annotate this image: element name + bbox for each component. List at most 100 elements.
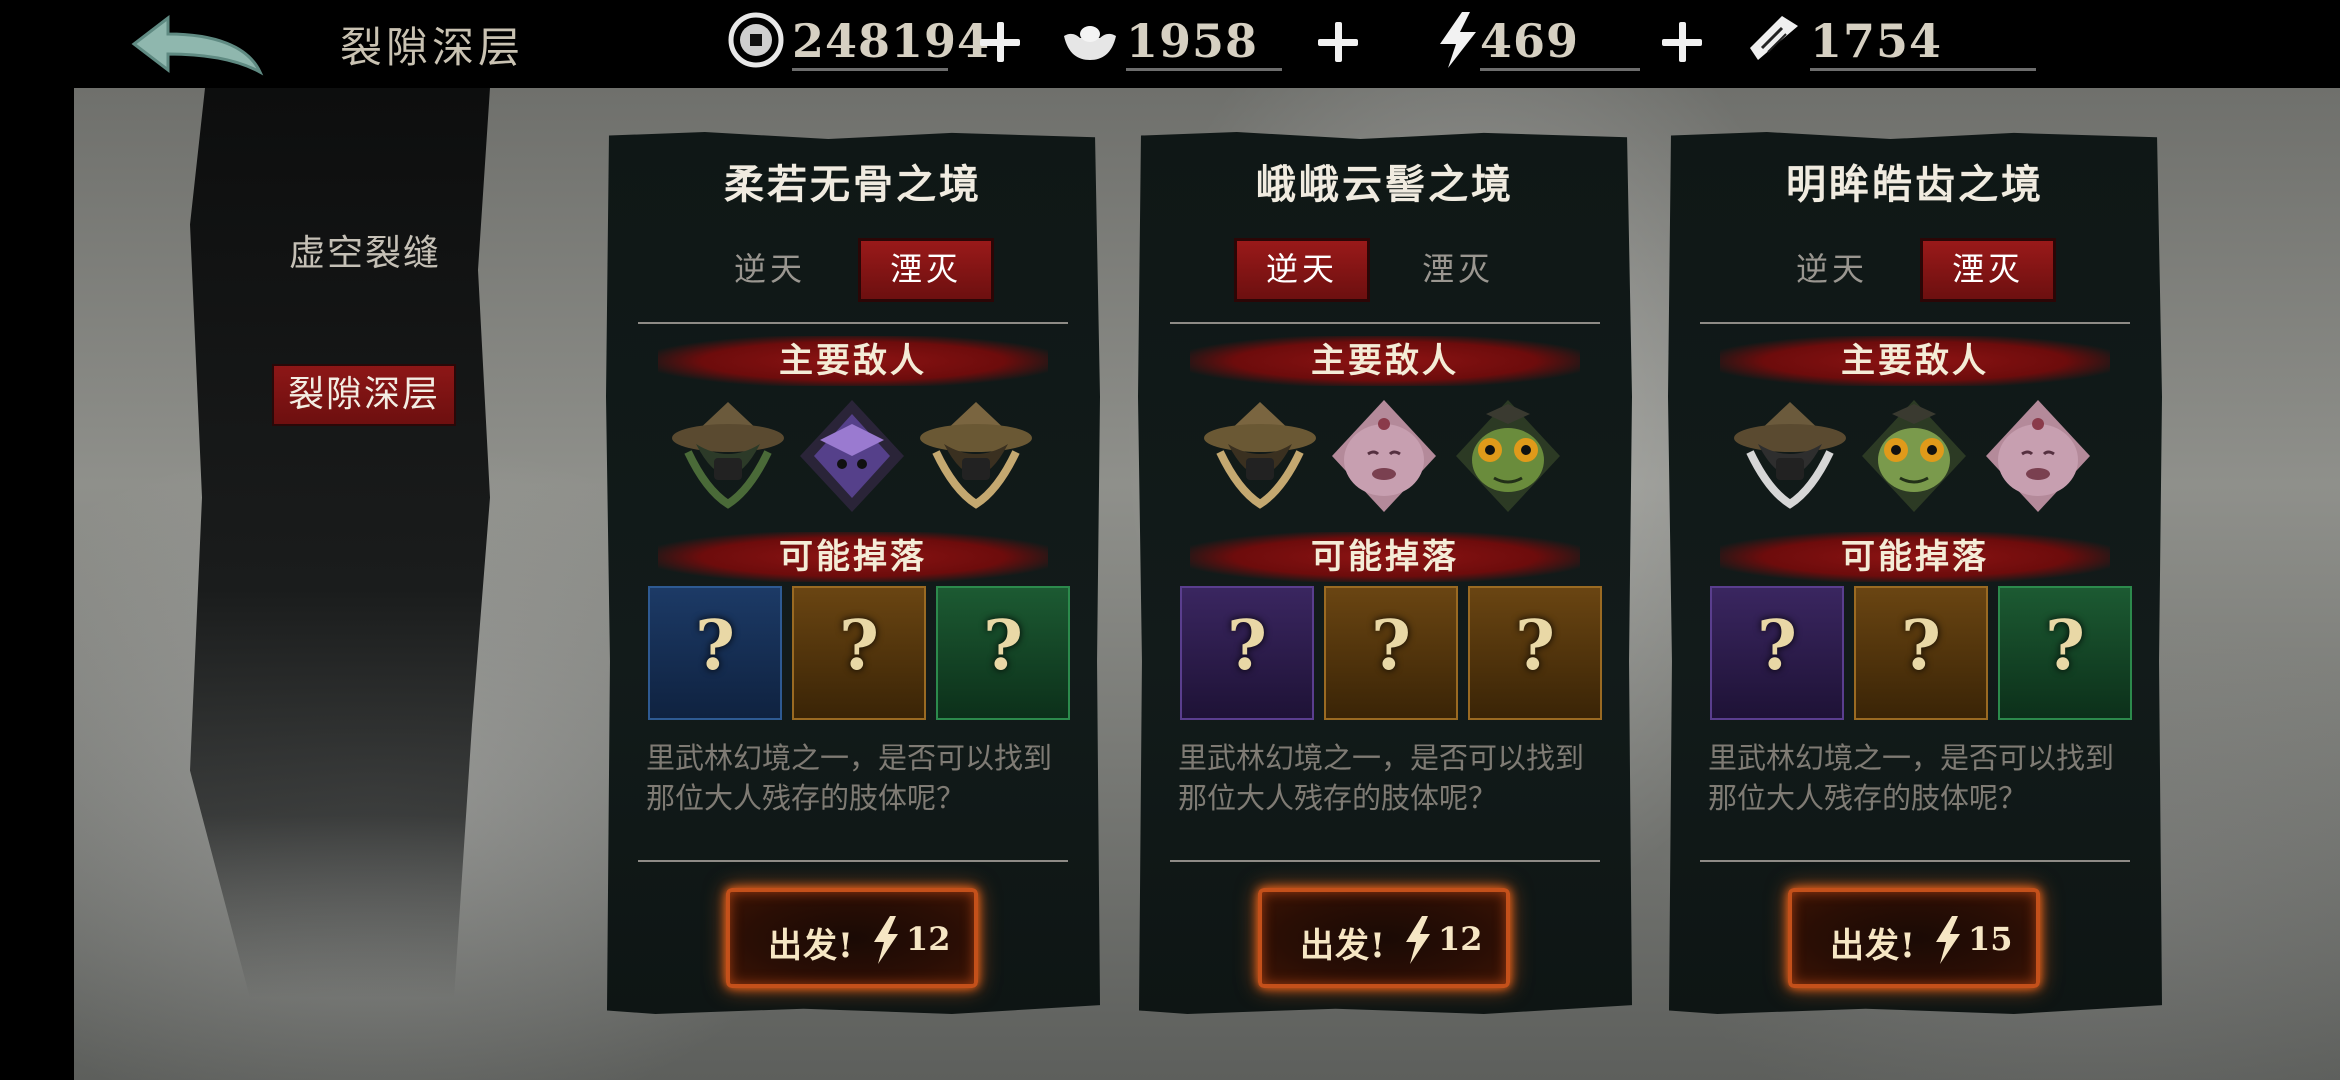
unknown-mark: ? — [2045, 606, 2085, 686]
back-arrow-icon[interactable] — [128, 10, 268, 80]
unknown-mark: ? — [1901, 606, 1941, 686]
divider — [1700, 322, 2130, 324]
silver-underline — [1126, 68, 1282, 71]
dark-crystal-demon-icon — [800, 400, 904, 512]
drop-item-gold[interactable]: ? — [1468, 586, 1602, 720]
ink-banner — [190, 88, 490, 998]
enemies-label: 主要敌人 — [779, 341, 927, 381]
divider — [638, 860, 1068, 862]
card-title: 柔若无骨之境 — [724, 161, 982, 208]
depart-label: 出发! — [768, 926, 854, 966]
drops-label: 可能掉落 — [1841, 537, 1989, 577]
lightning-icon — [1936, 916, 1960, 964]
tickets-value: 1754 — [1810, 14, 1943, 68]
page-title: 裂隙深层 — [340, 23, 525, 72]
unknown-mark: ? — [1515, 606, 1555, 686]
straw-hat-monk-icon — [1204, 402, 1316, 509]
top-bar: 裂隙深层 248194 1958 469 1754 — [0, 0, 2340, 88]
difficulty-tab-yanmie[interactable]: 湮灭 — [858, 238, 994, 302]
drop-item-blue[interactable]: ? — [648, 586, 782, 720]
divider — [1700, 860, 2130, 862]
silver-ingot-icon — [1064, 26, 1116, 60]
lightning-icon — [874, 916, 898, 964]
enemies-label: 主要敌人 — [1311, 341, 1459, 381]
divider — [1170, 322, 1600, 324]
straw-hat-monk-icon — [920, 402, 1032, 509]
resource-tickets: 1754 — [1744, 6, 2044, 74]
depart-button[interactable]: 出发! 12 — [1258, 888, 1510, 988]
drop-item-purple[interactable]: ? — [1710, 586, 1844, 720]
drops-label: 可能掉落 — [779, 537, 927, 577]
enemies-label: 主要敌人 — [1841, 341, 1989, 381]
drops-banner: 可能掉落 — [658, 532, 1048, 582]
drop-item-gold[interactable]: ? — [792, 586, 926, 720]
difficulty-tabs: 逆天 湮灭 — [1668, 238, 2162, 302]
lightning-icon — [1406, 916, 1430, 964]
add-silver-button[interactable] — [1312, 16, 1364, 68]
difficulty-tab-nitian[interactable]: 逆天 — [1234, 238, 1370, 302]
coins-underline — [792, 68, 948, 71]
drop-item-green[interactable]: ? — [1998, 586, 2132, 720]
dungeon-card: 峨峨云髻之境 逆天 湮灭 主要敌人 可能掉落 ? ? ? 里武林幻境之一，是否可… — [1138, 132, 1632, 1014]
coin-icon — [728, 12, 784, 68]
unknown-mark: ? — [1371, 606, 1411, 686]
difficulty-tab-nitian[interactable]: 逆天 — [1764, 238, 1900, 302]
enemies-banner: 主要敌人 — [658, 336, 1048, 386]
resource-energy: 469 — [1428, 6, 1728, 74]
divider — [638, 322, 1068, 324]
coins-value: 248194 — [792, 14, 991, 68]
card-description: 里武林幻境之一，是否可以找到那位大人残存的肢体呢？ — [1708, 741, 2115, 815]
energy-underline — [1480, 68, 1640, 71]
lightning-icon — [1440, 12, 1476, 68]
resource-silver: 1958 — [1060, 6, 1370, 74]
card-title: 峨峨云髻之境 — [1256, 161, 1514, 208]
dungeon-card: 明眸皓齿之境 逆天 湮灭 主要敌人 可能掉落 ? ? ? 里武林幻境之一，是否可… — [1668, 132, 2162, 1014]
add-energy-button[interactable] — [1656, 16, 1708, 68]
unknown-mark: ? — [1227, 606, 1267, 686]
difficulty-tab-yanmie[interactable]: 湮灭 — [1920, 238, 2056, 302]
divider — [1170, 860, 1600, 862]
energy-cost: 12 — [906, 920, 951, 958]
card-title: 明眸皓齿之境 — [1786, 161, 2044, 208]
depart-label: 出发! — [1300, 926, 1386, 966]
unknown-mark: ? — [839, 606, 879, 686]
depart-button[interactable]: 出发! 15 — [1788, 888, 2040, 988]
difficulty-tabs: 逆天 湮灭 — [1138, 238, 1632, 302]
drop-item-gold[interactable]: ? — [1324, 586, 1458, 720]
drops-banner: 可能掉落 — [1720, 532, 2110, 582]
drops-banner: 可能掉落 — [1190, 532, 1580, 582]
drop-item-gold[interactable]: ? — [1854, 586, 1988, 720]
unknown-mark: ? — [983, 606, 1023, 686]
straw-hat-monk-icon — [1734, 402, 1846, 509]
card-description: 里武林幻境之一，是否可以找到那位大人残存的肢体呢？ — [646, 741, 1053, 815]
difficulty-tabs: 逆天 湮灭 — [606, 238, 1100, 302]
add-coins-button[interactable] — [974, 16, 1026, 68]
drop-item-green[interactable]: ? — [936, 586, 1070, 720]
resource-coins: 248194 — [726, 6, 1036, 74]
difficulty-tab-yanmie[interactable]: 湮灭 — [1390, 238, 1526, 302]
unknown-mark: ? — [695, 606, 735, 686]
difficulty-tab-nitian[interactable]: 逆天 — [702, 238, 838, 302]
energy-value: 469 — [1480, 14, 1580, 68]
pink-blob-monster-icon — [1986, 400, 2090, 512]
straw-hat-monk-icon — [672, 402, 784, 509]
energy-cost: 12 — [1438, 920, 1483, 958]
enemies-banner: 主要敌人 — [1190, 336, 1580, 386]
enemies-banner: 主要敌人 — [1720, 336, 2110, 386]
unknown-mark: ? — [1757, 606, 1797, 686]
frog-warrior-icon — [1862, 400, 1966, 512]
dungeon-card: 柔若无骨之境 逆天 湮灭 主要敌人 可能掉落 ? ? ? 里武林幻境之一，是否可… — [606, 132, 1100, 1014]
sidebar-item-void-rift[interactable]: 虚空裂缝 — [280, 226, 450, 282]
drop-item-purple[interactable]: ? — [1180, 586, 1314, 720]
energy-cost: 15 — [1968, 920, 2013, 958]
ticket-icon — [1750, 16, 1798, 60]
card-description: 里武林幻境之一，是否可以找到那位大人残存的肢体呢？ — [1178, 741, 1585, 815]
depart-label: 出发! — [1830, 926, 1916, 966]
sidebar-item-rift-depths[interactable]: 裂隙深层 — [272, 364, 456, 426]
drops-label: 可能掉落 — [1311, 537, 1459, 577]
tickets-underline — [1810, 68, 2036, 71]
silver-value: 1958 — [1126, 14, 1259, 68]
frog-warrior-icon — [1456, 400, 1560, 512]
depart-button[interactable]: 出发! 12 — [726, 888, 978, 988]
pink-blob-monster-icon — [1332, 400, 1436, 512]
